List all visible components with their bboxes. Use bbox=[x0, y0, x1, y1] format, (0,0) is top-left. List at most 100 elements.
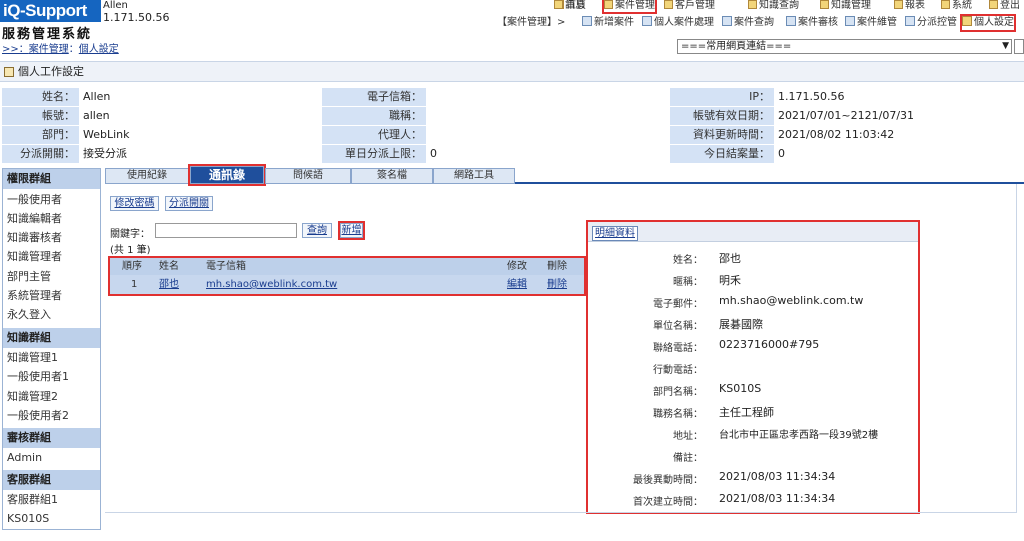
user-name: Allen bbox=[103, 0, 128, 11]
topnav-knowledge-management[interactable]: 知識管理 bbox=[820, 0, 871, 12]
sidebar-item[interactable]: 一般使用者2 bbox=[3, 406, 100, 425]
subnav-new-case[interactable]: 新增案件 bbox=[582, 16, 634, 30]
ip-value: 1.171.50.56 bbox=[774, 88, 1022, 106]
topnav-customer[interactable]: 客戶管理 bbox=[664, 0, 715, 12]
quick-links-select[interactable]: ===常用網頁連結=== ▼ bbox=[677, 39, 1012, 54]
tab-signature[interactable]: 簽名檔 bbox=[351, 168, 433, 184]
record-count: (共 1 筆) bbox=[110, 245, 151, 256]
valid-date-label: 帳號有效日期： bbox=[670, 107, 774, 125]
detail-value: 台北市中正區忠孝西路一段39號2樓 bbox=[719, 430, 879, 441]
sidebar-item[interactable]: 知識管理1 bbox=[3, 348, 100, 367]
detail-label: 首次建立時間： bbox=[633, 497, 703, 508]
subnav-label: 新增案件 bbox=[594, 17, 634, 28]
row-order: 1 bbox=[131, 279, 138, 290]
detail-label: 行動電話： bbox=[653, 365, 703, 376]
dispatch-icon bbox=[905, 16, 915, 26]
sidebar-item[interactable]: 客服群組1 bbox=[3, 490, 100, 509]
user-ip: 1.171.50.56 bbox=[103, 11, 170, 24]
page-title-text: 個人工作設定 bbox=[18, 65, 84, 78]
subnav-section: 【案件管理】> bbox=[497, 17, 566, 28]
sidebar-item[interactable]: 部門主管 bbox=[3, 267, 100, 286]
tab-usage-log[interactable]: 使用紀錄 bbox=[105, 168, 189, 184]
search-icon bbox=[748, 0, 757, 9]
name-label: 姓名： bbox=[2, 88, 79, 106]
topnav-label: 客戶管理 bbox=[675, 0, 715, 11]
quick-links-value: ===常用網頁連結=== bbox=[681, 41, 792, 52]
table-header: 順序 姓名 電子信箱 修改 刪除 bbox=[110, 258, 584, 275]
sidebar-item[interactable]: 一般使用者 bbox=[3, 190, 100, 209]
edit-doc-icon bbox=[642, 16, 652, 26]
keyword-label: 關鍵字： bbox=[110, 229, 150, 240]
subnav-label: 個人設定 bbox=[974, 17, 1014, 28]
row-delete-link[interactable]: 刪除 bbox=[547, 275, 567, 294]
detail-label: 單位名稱： bbox=[653, 321, 703, 332]
detail-label: 部門名稱： bbox=[653, 387, 703, 398]
sidebar-item[interactable]: 一般使用者1 bbox=[3, 367, 100, 386]
search-icon bbox=[722, 16, 732, 26]
detail-label: 最後異動時間： bbox=[633, 475, 703, 486]
detail-value: 明禾 bbox=[719, 274, 741, 287]
dispatch-switch-button[interactable]: 分派開關 bbox=[165, 196, 213, 211]
subnav-dispatch-control[interactable]: 分派控管 bbox=[905, 16, 957, 30]
closed-today-label: 今日結案量： bbox=[670, 145, 774, 163]
case-icon bbox=[604, 0, 613, 9]
subnav-personal-case[interactable]: 個人案件處理 bbox=[642, 16, 714, 30]
chevron-down-icon: ▼ bbox=[1002, 41, 1009, 51]
topnav-knowledge-query[interactable]: 知識查詢 bbox=[748, 0, 799, 12]
detail-header: 明細資料 bbox=[588, 222, 918, 242]
topnav-message[interactable]: 訊息 bbox=[554, 0, 585, 12]
daily-limit-value: 0 bbox=[426, 145, 670, 163]
content-divider bbox=[105, 512, 1017, 513]
agent-value bbox=[426, 126, 670, 144]
detail-value: 邵也 bbox=[719, 252, 741, 265]
breadcrumb-item-case[interactable]: 案件管理 bbox=[29, 44, 69, 55]
row-name-link[interactable]: 邵也 bbox=[159, 275, 179, 294]
sidebar-item[interactable]: 系統管理者 bbox=[3, 286, 100, 305]
tab-greetings[interactable]: 問候語 bbox=[265, 168, 351, 184]
dispatch-label: 分派開關： bbox=[2, 145, 79, 163]
topnav-label: 知識管理 bbox=[831, 0, 871, 11]
topnav-report[interactable]: 報表 bbox=[894, 0, 925, 12]
valid-date-value: 2021/07/01~2121/07/31 bbox=[774, 107, 1022, 125]
review-icon bbox=[786, 16, 796, 26]
subnav-case-review[interactable]: 案件審核 bbox=[786, 16, 838, 30]
row-email-link[interactable]: mh.shao@weblink.com.tw bbox=[206, 275, 337, 294]
breadcrumb-item-personal[interactable]: 個人設定 bbox=[79, 44, 119, 55]
topnav-label: 訊息 bbox=[565, 0, 585, 11]
department-label: 部門： bbox=[2, 126, 79, 144]
book-icon bbox=[820, 0, 829, 9]
column-name: 姓名 bbox=[159, 261, 179, 272]
subnav-personal-settings[interactable]: 個人設定 bbox=[960, 14, 1016, 32]
quick-links-extra[interactable] bbox=[1014, 39, 1024, 54]
keyword-input[interactable] bbox=[155, 223, 297, 238]
sidebar-item[interactable]: 知識編輯者 bbox=[3, 209, 100, 228]
add-contact-button[interactable]: 新增 bbox=[338, 221, 365, 240]
subnav-case-maintain[interactable]: 案件維管 bbox=[845, 16, 897, 30]
sidebar-item[interactable]: KS010S bbox=[3, 509, 100, 528]
topnav-case-management[interactable]: 案件管理 bbox=[602, 0, 657, 14]
sidebar-item[interactable]: 知識審核者 bbox=[3, 228, 100, 247]
topnav-label: 登出 bbox=[1000, 0, 1020, 11]
tab-contacts[interactable]: 通訊錄 bbox=[188, 164, 266, 186]
closed-today-value: 0 bbox=[774, 145, 1022, 163]
sidebar-item[interactable]: Admin bbox=[3, 448, 100, 467]
sidebar-group-permission: 權限群組 bbox=[3, 169, 100, 189]
sidebar-item[interactable]: 永久登入 bbox=[3, 305, 100, 324]
account-label: 帳號： bbox=[2, 107, 79, 125]
report-icon bbox=[894, 0, 903, 9]
subnav-case-query[interactable]: 案件查詢 bbox=[722, 16, 774, 30]
subnav-label: 案件查詢 bbox=[734, 17, 774, 28]
row-edit-link[interactable]: 編輯 bbox=[507, 275, 527, 294]
change-password-button[interactable]: 修改密碼 bbox=[110, 196, 159, 211]
breadcrumb-prefix[interactable]: >>： bbox=[2, 44, 29, 55]
tab-network-tools[interactable]: 網路工具 bbox=[433, 168, 515, 184]
query-button[interactable]: 查詢 bbox=[302, 223, 332, 238]
sidebar-item[interactable]: 知識管理2 bbox=[3, 387, 100, 406]
sidebar-item[interactable]: 知識管理者 bbox=[3, 247, 100, 266]
topnav-logout[interactable]: 登出 bbox=[989, 0, 1020, 12]
detail-value: 2021/08/03 11:34:34 bbox=[719, 470, 836, 483]
topnav-system[interactable]: 系統 bbox=[941, 0, 972, 12]
detail-tab[interactable]: 明細資料 bbox=[592, 226, 638, 241]
table-row[interactable]: 1 邵也 mh.shao@weblink.com.tw 編輯 刪除 bbox=[110, 275, 584, 294]
detail-label: 電子郵件： bbox=[653, 299, 703, 310]
